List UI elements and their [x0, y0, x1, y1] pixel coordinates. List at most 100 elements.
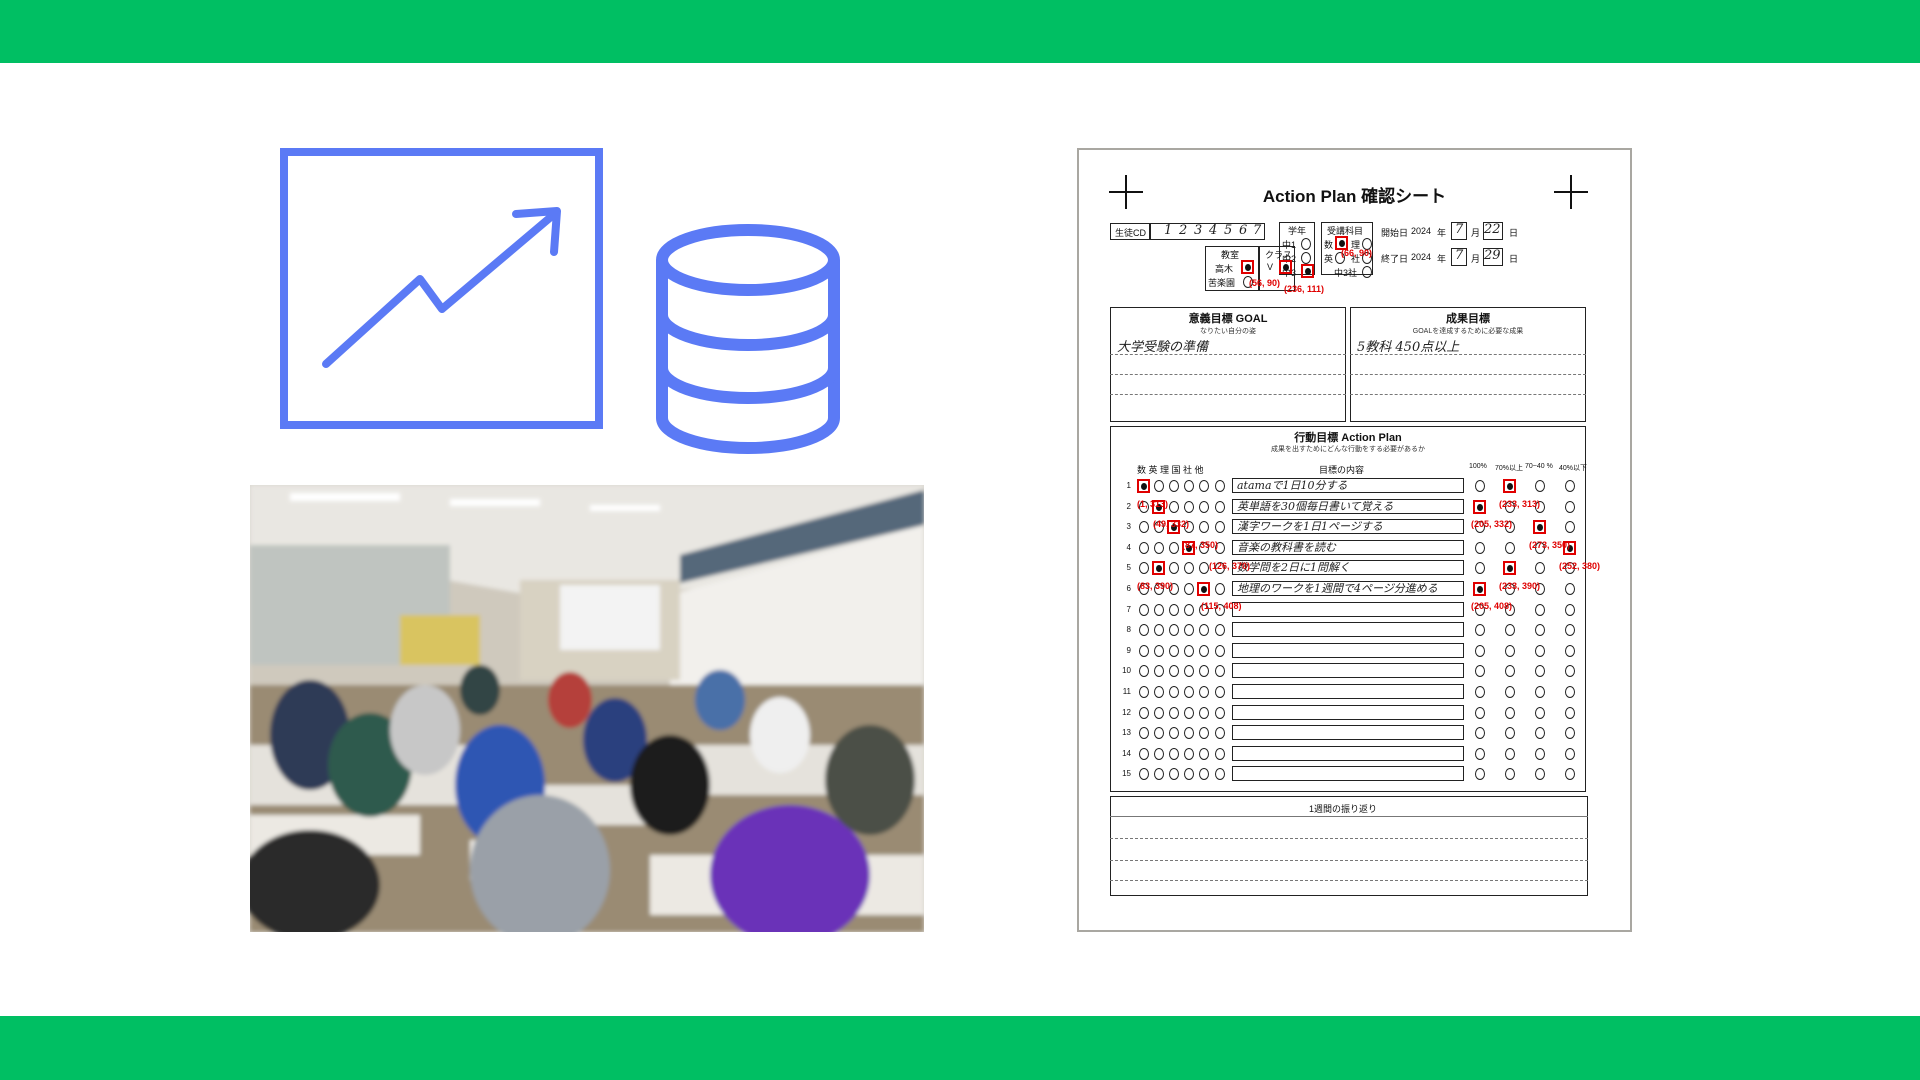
coordinate-label: (115, 408) — [1201, 601, 1242, 611]
subject-bubble — [1184, 706, 1194, 719]
grade-option-bubble — [1301, 238, 1311, 250]
coordinate-label: (83, 390) — [1137, 581, 1174, 591]
goal-content-box — [1232, 642, 1464, 658]
goal-content-text: 音楽の教科書を読む — [1237, 540, 1336, 554]
start-day: 22 — [1484, 222, 1501, 237]
coordinate-label: (233, 390) — [1499, 581, 1541, 591]
subject-bubble — [1154, 644, 1164, 657]
subject-bubble — [1199, 644, 1209, 657]
review-rule — [1110, 816, 1588, 817]
subject-bubble — [1184, 603, 1194, 616]
achievement-bubble — [1475, 686, 1485, 698]
filled-bubble-mark — [1241, 260, 1254, 274]
filled-bubble-mark — [1279, 260, 1292, 274]
achievement-bubble — [1565, 603, 1575, 616]
achievement-bubble — [1535, 706, 1545, 719]
coordinate-label: (205, 332) — [1471, 519, 1513, 529]
subject-bubble — [1169, 541, 1179, 554]
filled-bubble-mark — [1533, 520, 1546, 535]
goal-content-box — [1232, 745, 1464, 761]
subject-bubble — [1215, 644, 1225, 657]
subject-bubble — [1169, 480, 1179, 492]
achievement-bubble — [1505, 686, 1515, 698]
review-rule — [1110, 860, 1588, 861]
student-cd-digit: 4 — [1209, 223, 1218, 238]
subject-bubble — [1139, 644, 1149, 657]
row-number: 2 — [1126, 501, 1131, 511]
subject-bubble — [1154, 686, 1164, 698]
end-year: 2024 — [1411, 252, 1432, 262]
goal-content-box — [1232, 684, 1464, 699]
coordinate-label: (56, 90) — [1249, 278, 1281, 288]
achievement-bubble — [1565, 480, 1575, 492]
column-100: 100% — [1469, 463, 1487, 470]
filled-bubble-mark — [1473, 499, 1486, 514]
achievement-bubble — [1505, 644, 1515, 657]
day-unit: 日 — [1509, 254, 1519, 264]
coordinate-label: (273, 350) — [1529, 540, 1571, 550]
filled-bubble-mark — [1503, 561, 1516, 576]
review-rule — [1110, 838, 1588, 839]
student-cd-digit: 6 — [1239, 223, 1248, 238]
subject-option-bubble — [1362, 266, 1372, 278]
student-cd-digit: 5 — [1224, 223, 1233, 238]
coordinate-label: (236, 111) — [1284, 284, 1325, 294]
subject-bubble — [1199, 686, 1209, 698]
goal-rule — [1110, 374, 1346, 375]
achievement-bubble — [1535, 480, 1545, 492]
achievement-bubble — [1535, 603, 1545, 616]
start-year: 2024 — [1411, 226, 1432, 236]
row-number: 9 — [1126, 645, 1131, 655]
classroom-option: 苦楽園 — [1208, 278, 1236, 288]
result-rule — [1350, 354, 1586, 355]
coordinate-label: (233, 313) — [1499, 499, 1541, 509]
subject-bubble — [1139, 686, 1149, 698]
start-label: 開始日 — [1381, 228, 1409, 238]
subject-bubble — [1215, 747, 1225, 760]
sheet-title: Action Plan 確認シート — [1262, 187, 1447, 206]
subject-bubble — [1184, 480, 1194, 492]
coordinate-label: (126, 370) — [1209, 561, 1251, 571]
row-number: 10 — [1122, 666, 1131, 676]
achievement-bubble — [1565, 644, 1575, 657]
result-title: 成果目標 — [1446, 313, 1490, 325]
student-cd-digit: 1 — [1164, 223, 1173, 238]
goal-content-box — [1232, 663, 1464, 679]
goal-content-text: 英単語を30個毎日書いて覚える — [1237, 499, 1394, 513]
subject-bubble — [1154, 480, 1164, 492]
goal-content-box — [1232, 766, 1464, 782]
subject-bubble — [1184, 747, 1194, 760]
subject-bubble — [1169, 500, 1179, 513]
achievement-bubble — [1505, 747, 1515, 760]
subject-bubble — [1184, 500, 1194, 513]
action-plan-sheet: Action Plan 確認シート 生徒CD 1 2 3 4 5 6 7 学年 … — [1077, 148, 1632, 932]
subject-bubble — [1154, 706, 1164, 719]
subject-bubble — [1184, 686, 1194, 698]
filled-bubble-mark — [1152, 561, 1165, 576]
subject-bubble — [1184, 644, 1194, 657]
student-cd-digit: 2 — [1179, 223, 1188, 238]
coordinate-label: (87, 350) — [1182, 540, 1219, 550]
goal-content-box — [1232, 704, 1464, 720]
subject-bubble — [1154, 541, 1164, 554]
row-number: 6 — [1126, 584, 1131, 593]
goal-content-text: 地理のワークを1週間で4ページ分進める — [1237, 582, 1438, 595]
filled-bubble-mark — [1503, 479, 1516, 493]
filled-bubble-mark — [1473, 582, 1486, 596]
subject-bubble — [1199, 500, 1209, 513]
goal-subtitle: なりたい自分の姿 — [1200, 328, 1256, 335]
column-subjects: 数 英 理 国 社 他 — [1137, 465, 1204, 475]
achievement-bubble — [1475, 480, 1485, 492]
classroom-label: 教室 — [1221, 250, 1240, 260]
filled-bubble-mark — [1137, 479, 1150, 493]
grade-option-bubble — [1301, 252, 1311, 264]
goal-content-box — [1232, 601, 1464, 617]
achievement-bubble — [1475, 706, 1485, 719]
result-rule — [1350, 394, 1586, 395]
classroom-photo — [250, 485, 924, 932]
subject-bubble — [1139, 706, 1149, 719]
goal-content-box — [1232, 725, 1464, 741]
column-70: 70%以上 — [1495, 465, 1524, 472]
achievement-bubble — [1475, 644, 1485, 657]
column-70-40: 70~40 % — [1525, 463, 1553, 470]
